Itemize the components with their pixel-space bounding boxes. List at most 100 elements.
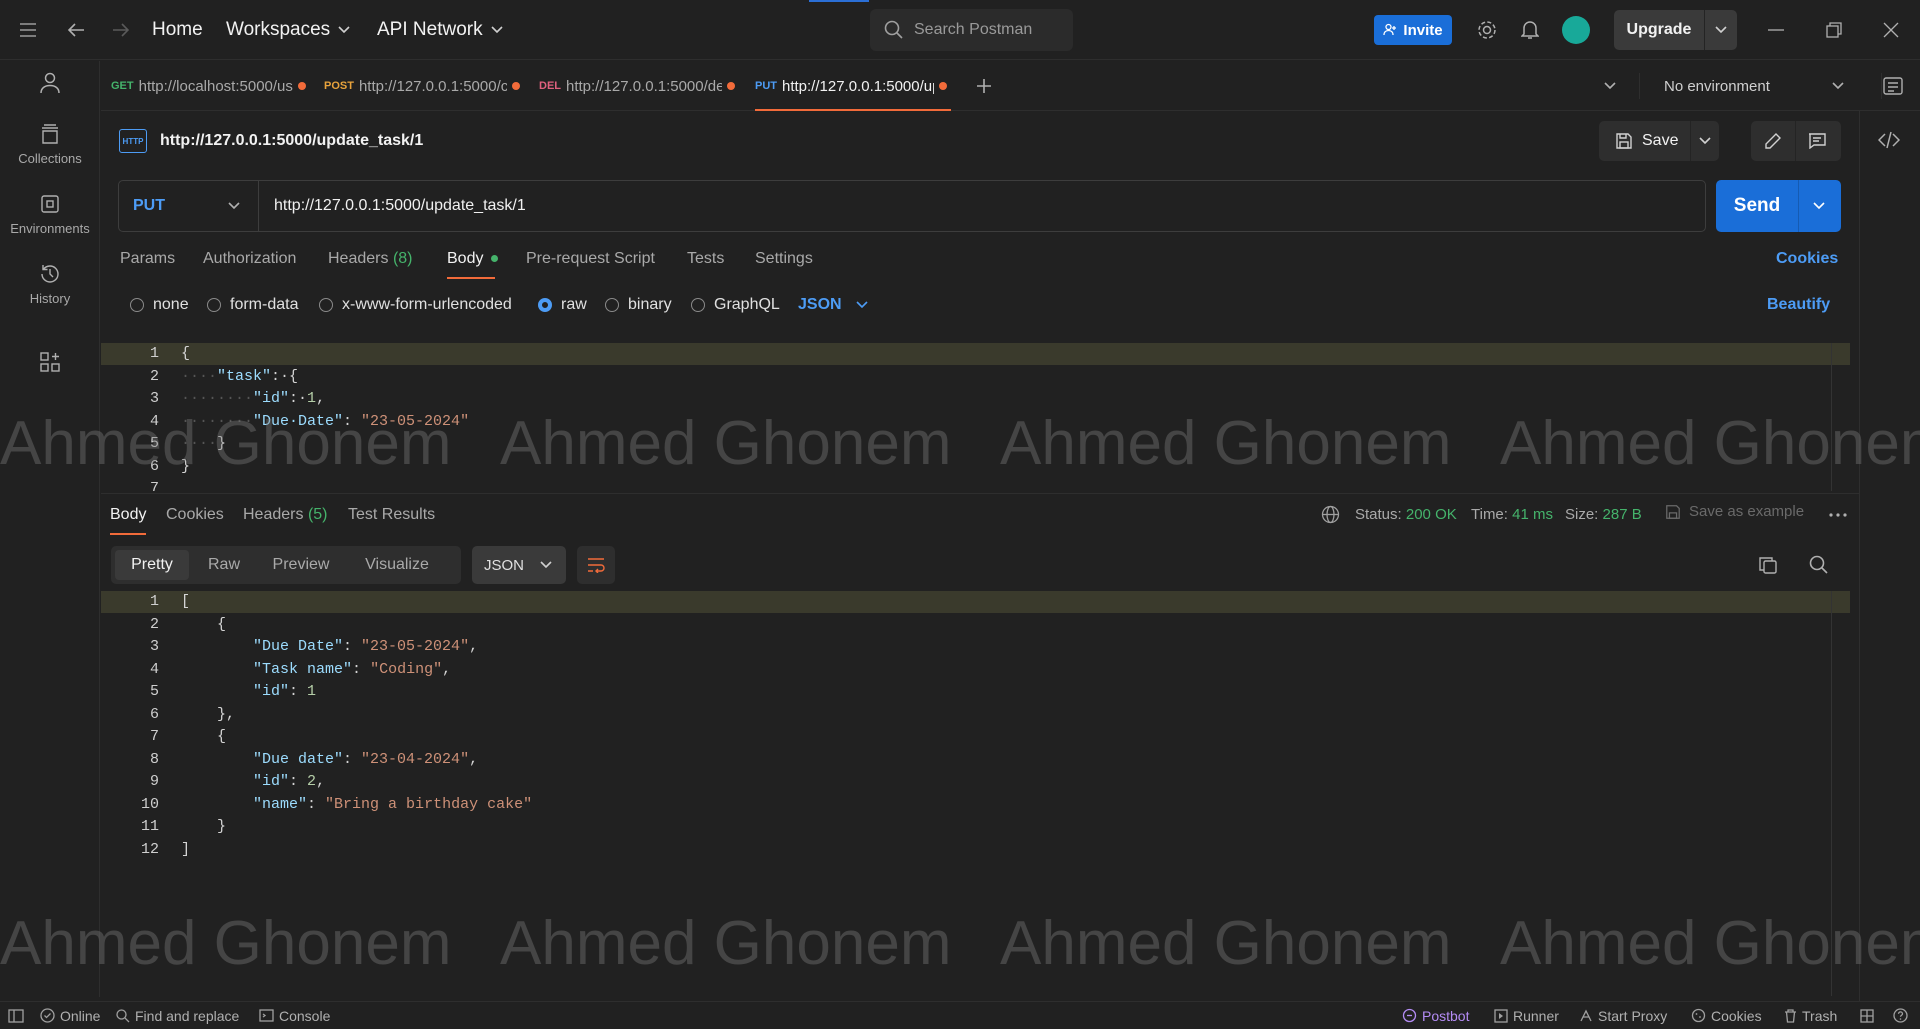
postbot-button[interactable]: Postbot (1402, 1002, 1469, 1029)
globe-icon[interactable] (1321, 505, 1340, 524)
api-network-menu[interactable]: API Network (377, 0, 503, 60)
back-arrow-icon[interactable] (67, 0, 85, 60)
comments-icon[interactable] (1808, 133, 1826, 149)
response-tab-headers[interactable]: Headers (5) (243, 506, 328, 524)
code-token: , (316, 390, 326, 407)
sidebar-item-collections[interactable]: Collections (0, 123, 100, 166)
environment-quick-look-icon[interactable] (1883, 61, 1911, 111)
request-tab[interactable]: POST http://127.0.0.1:5000/c (324, 61, 524, 111)
minimize-icon[interactable] (1768, 0, 1784, 60)
settings-gear-icon[interactable] (1476, 0, 1498, 60)
radio-graphql[interactable]: GraphQL (691, 296, 780, 314)
radio-binary[interactable]: binary (605, 296, 672, 314)
url-input[interactable] (259, 197, 1659, 215)
online-status[interactable]: Online (40, 1002, 100, 1029)
configure-workspace-icon[interactable] (0, 352, 100, 372)
radio-label: GraphQL (714, 296, 780, 313)
upgrade-button[interactable]: Upgrade (1614, 10, 1737, 50)
more-options-icon[interactable] (1829, 513, 1847, 517)
chevron-down-icon (540, 561, 552, 569)
layout-grid-icon[interactable] (1860, 1002, 1874, 1029)
new-tab-plus-icon[interactable] (975, 61, 999, 111)
response-tab-body[interactable]: Body (110, 506, 146, 524)
cookies-button[interactable]: Cookies (1691, 1002, 1762, 1029)
radio-none[interactable]: none (130, 296, 189, 314)
tab-headers[interactable]: Headers (8) (328, 250, 413, 268)
start-proxy-button[interactable]: Start Proxy (1579, 1002, 1667, 1029)
wrap-lines-icon[interactable] (577, 546, 615, 584)
body-language-select[interactable]: JSON (798, 296, 868, 314)
runner-icon (1494, 1008, 1508, 1023)
chevron-down-icon[interactable] (1699, 137, 1712, 145)
trash-button[interactable]: Trash (1784, 1002, 1837, 1029)
close-icon[interactable] (1883, 0, 1899, 60)
help-icon[interactable] (1893, 1002, 1908, 1029)
save-button[interactable]: Save (1599, 121, 1719, 161)
radio-urlencoded[interactable]: x-www-form-urlencoded (319, 296, 512, 314)
find-replace-button[interactable]: Find and replace (116, 1002, 239, 1029)
search-icon[interactable] (1809, 555, 1829, 575)
response-tab-test-results[interactable]: Test Results (348, 506, 435, 524)
history-icon (41, 265, 59, 283)
trash-icon (1785, 1008, 1796, 1023)
chevron-down-icon[interactable] (1715, 26, 1727, 34)
response-body-viewer[interactable]: 1[2 {3 "Due Date": "23-05-2024", 4 "Task … (101, 591, 1850, 991)
runner-button[interactable]: Runner (1494, 1002, 1559, 1029)
format-preview[interactable]: Preview (259, 550, 343, 580)
console-button[interactable]: Console (259, 1002, 330, 1029)
tab-params[interactable]: Params (120, 250, 175, 268)
viewer-scrollbar-track[interactable] (1831, 591, 1832, 996)
notifications-bell-icon[interactable] (1521, 0, 1539, 60)
user-profile-icon[interactable] (0, 72, 100, 94)
save-as-example-button[interactable]: Save as example (1665, 503, 1804, 520)
radio-label: raw (561, 296, 587, 313)
toggle-sidebar-icon[interactable] (8, 1002, 24, 1029)
search-box[interactable]: Search Postman (870, 9, 1073, 51)
code-token: { (181, 728, 227, 745)
sidebar-item-environments[interactable]: Environments (0, 193, 100, 236)
response-language-select[interactable]: JSON (472, 546, 566, 584)
request-body-editor[interactable]: 1{2 ····"task":·{3 ········"id":·1, 4 ······… (101, 343, 1850, 491)
line-number: 6 (149, 457, 159, 475)
workspaces-menu[interactable]: Workspaces (226, 0, 350, 60)
panel-divider[interactable] (101, 493, 1859, 494)
response-tab-cookies[interactable]: Cookies (166, 506, 224, 524)
tab-pre-request-script[interactable]: Pre-request Script (526, 250, 655, 268)
radio-label: form-data (230, 296, 299, 313)
tab-list-chevron-icon[interactable] (1604, 61, 1624, 111)
environment-selector[interactable]: No environment (1664, 61, 1844, 111)
edit-pencil-icon[interactable] (1764, 132, 1782, 150)
radio-form-data[interactable]: form-data (207, 296, 298, 314)
code-snippet-icon[interactable] (1878, 131, 1900, 149)
request-title[interactable]: http://127.0.0.1:5000/update_task/1 (160, 132, 423, 150)
format-pretty[interactable]: Pretty (115, 550, 189, 580)
request-tab-active[interactable]: PUT http://127.0.0.1:5000/up (755, 61, 951, 111)
response-status: Status: 200 OK (1355, 506, 1457, 523)
code-token: : (343, 412, 362, 430)
tab-authorization[interactable]: Authorization (203, 250, 296, 268)
format-visualize[interactable]: Visualize (348, 550, 446, 580)
copy-icon[interactable] (1759, 556, 1777, 574)
menu-icon[interactable] (19, 0, 37, 60)
method-select[interactable]: PUT (119, 181, 259, 231)
sidebar-item-history[interactable]: History (0, 263, 100, 306)
invite-button[interactable]: Invite (1374, 15, 1452, 45)
code-line: 5 "id": 1 (101, 681, 1850, 703)
home-link[interactable]: Home (152, 0, 203, 60)
forward-arrow-icon[interactable] (112, 0, 130, 60)
beautify-link[interactable]: Beautify (1767, 296, 1830, 314)
tab-settings[interactable]: Settings (755, 250, 813, 268)
avatar[interactable] (1562, 16, 1590, 44)
editor-scrollbar-track[interactable] (1831, 343, 1832, 491)
send-button[interactable]: Send (1716, 180, 1841, 232)
restore-icon[interactable] (1826, 0, 1842, 60)
request-tab[interactable]: DEL http://127.0.0.1:5000/de (539, 61, 739, 111)
request-tab[interactable]: GET http://localhost:5000/us (111, 61, 311, 111)
tab-tests[interactable]: Tests (687, 250, 724, 268)
radio-raw[interactable]: raw (538, 296, 587, 314)
code-token: "id" (253, 683, 290, 700)
tab-body[interactable]: Body (447, 250, 498, 268)
format-raw[interactable]: Raw (194, 550, 254, 580)
chevron-down-icon[interactable] (1813, 202, 1825, 210)
cookies-link[interactable]: Cookies (1776, 250, 1838, 268)
